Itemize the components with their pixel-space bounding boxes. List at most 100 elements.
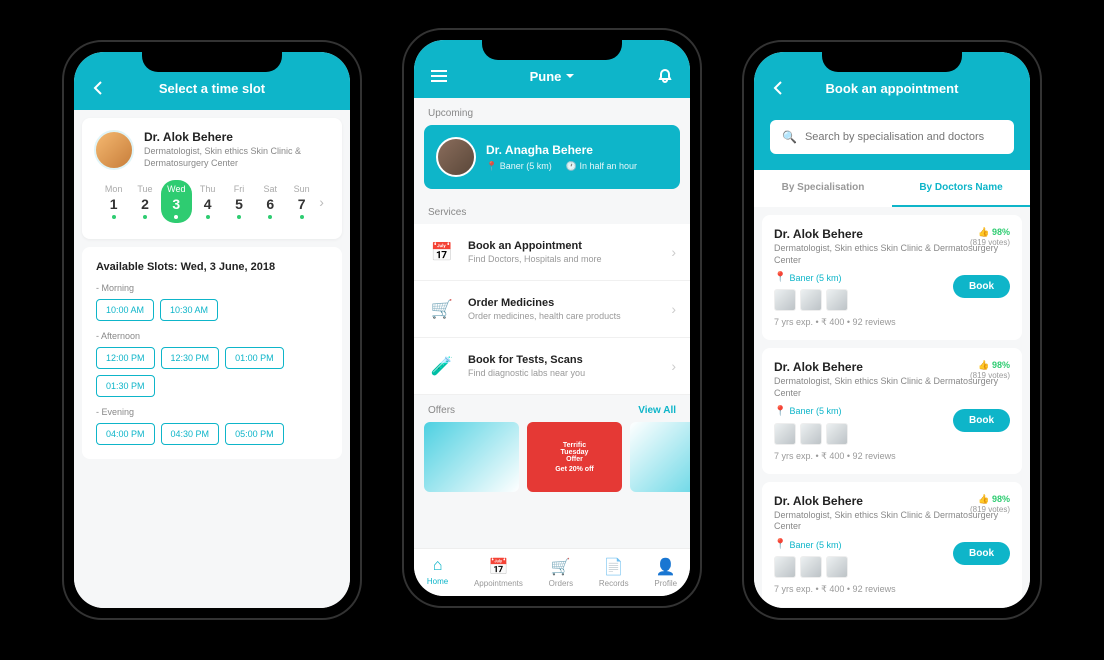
book-button[interactable]: Book (953, 409, 1010, 432)
time-slot[interactable]: 12:00 PM (96, 347, 155, 369)
slots-card: Available Slots: Wed, 3 June, 2018 - Mor… (82, 247, 342, 459)
day-picker: Mon1 Tue2 Wed3 Thu4 Fri5 Sat6 Sun7 › (94, 170, 330, 227)
upcoming-name: Dr. Anagha Behere (486, 143, 668, 157)
nav-appointments[interactable]: 📅Appointments (474, 557, 523, 588)
service-tests[interactable]: 🧪 Book for Tests, ScansFind diagnostic l… (414, 338, 690, 395)
search-input[interactable]: 🔍 (770, 120, 1014, 154)
offers-carousel[interactable]: Terrific Tuesday Offer Get 20% off (414, 422, 690, 500)
nav-records[interactable]: 📄Records (599, 557, 629, 588)
day-wed[interactable]: Wed3 (161, 180, 192, 223)
nav-home[interactable]: ⌂Home (427, 557, 448, 588)
afternoon-slots: 12:00 PM 12:30 PM 01:00 PM 01:30 PM (96, 347, 328, 397)
evening-label: - Evening (96, 407, 328, 417)
available-title: Available Slots: Wed, 3 June, 2018 (96, 261, 328, 273)
pin-icon: 📍 (774, 539, 786, 550)
time-slot[interactable]: 04:00 PM (96, 423, 155, 445)
upcoming-time: 🕐 In half an hour (566, 161, 637, 172)
service-medicines[interactable]: 🛒 Order MedicinesOrder medicines, health… (414, 281, 690, 338)
body: 👍 98%(819 votes) Dr. Alok Behere Dermato… (754, 207, 1030, 608)
home-icon: ⌂ (427, 557, 448, 575)
upcoming-card[interactable]: Dr. Anagha Behere 📍 Baner (5 km) 🕐 In ha… (424, 125, 680, 189)
menu-icon[interactable] (430, 70, 448, 82)
doctor-list-card[interactable]: 👍 98%(819 votes) Dr. Alok Behere Dermato… (762, 348, 1022, 473)
morning-slots: 10:00 AM 10:30 AM (96, 299, 328, 321)
doctor-row: Dr. Alok Behere Dermatologist, Skin ethi… (94, 130, 330, 170)
time-slot[interactable]: 01:00 PM (225, 347, 284, 369)
services-label: Services (414, 197, 690, 224)
book-button[interactable]: Book (953, 542, 1010, 565)
doctor-subtitle: Dermatologist, Skin ethics Skin Clinic &… (144, 146, 330, 169)
notch (822, 50, 962, 72)
profile-icon: 👤 (654, 557, 677, 577)
back-icon[interactable] (770, 80, 788, 96)
pin-icon: 📍 (774, 406, 786, 417)
afternoon-label: - Afternoon (96, 331, 328, 341)
rating: 👍 98%(819 votes) (970, 494, 1010, 514)
back-icon[interactable] (90, 80, 108, 96)
rating: 👍 98%(819 votes) (970, 360, 1010, 380)
page-title: Book an appointment (788, 81, 996, 96)
doctor-name: Dr. Alok Behere (144, 130, 330, 144)
view-all-link[interactable]: View All (638, 405, 676, 416)
doctor-meta: 7 yrs exp. • ₹ 400 • 92 reviews (774, 451, 1010, 462)
doctor-meta: 7 yrs exp. • ₹ 400 • 92 reviews (774, 317, 1010, 328)
chevron-right-icon: › (671, 244, 676, 260)
rating: 👍 98%(819 votes) (970, 227, 1010, 247)
tab-doctors-name[interactable]: By Doctors Name (892, 170, 1030, 207)
chevron-right-icon[interactable]: › (317, 194, 326, 210)
calendar-icon: 📅 (428, 238, 456, 266)
offer-tile[interactable] (424, 422, 519, 492)
screen-3: Book an appointment 🔍 By Specialisation … (754, 52, 1030, 608)
book-button[interactable]: Book (953, 275, 1010, 298)
records-icon: 📄 (599, 557, 629, 577)
time-slot[interactable]: 04:30 PM (161, 423, 220, 445)
day-fri[interactable]: Fri5 (223, 180, 254, 223)
page-title: Select a time slot (120, 81, 304, 96)
notch (142, 50, 282, 72)
morning-label: - Morning (96, 283, 328, 293)
upcoming-place: 📍 Baner (5 km) (486, 161, 552, 172)
offer-tile[interactable]: Terrific Tuesday Offer Get 20% off (527, 422, 622, 492)
body: Dr. Alok Behere Dermatologist, Skin ethi… (74, 110, 350, 608)
body: Upcoming Dr. Anagha Behere 📍 Baner (5 km… (414, 98, 690, 548)
day-sun[interactable]: Sun7 (286, 180, 317, 223)
screen-1: Select a time slot Dr. Alok Behere Derma… (74, 52, 350, 608)
time-slot[interactable]: 01:30 PM (96, 375, 155, 397)
nav-profile[interactable]: 👤Profile (654, 557, 677, 588)
lab-icon: 🧪 (428, 352, 456, 380)
phone-mockup-1: Select a time slot Dr. Alok Behere Derma… (62, 40, 362, 620)
location-selector[interactable]: Pune (530, 69, 575, 84)
doctor-list-card[interactable]: 👍 98%(819 votes) Dr. Alok Behere Dermato… (762, 215, 1022, 340)
phone-mockup-3: Book an appointment 🔍 By Specialisation … (742, 40, 1042, 620)
time-slot[interactable]: 10:00 AM (96, 299, 154, 321)
day-mon[interactable]: Mon1 (98, 180, 129, 223)
bottom-nav: ⌂Home 📅Appointments 🛒Orders 📄Records 👤Pr… (414, 548, 690, 596)
service-appointment[interactable]: 📅 Book an AppointmentFind Doctors, Hospi… (414, 224, 690, 281)
notch (482, 38, 622, 60)
bell-icon[interactable] (656, 68, 674, 84)
avatar (436, 137, 476, 177)
avatar (94, 130, 134, 170)
evening-slots: 04:00 PM 04:30 PM 05:00 PM (96, 423, 328, 445)
day-tue[interactable]: Tue2 (129, 180, 160, 223)
chevron-right-icon: › (671, 358, 676, 374)
upcoming-label: Upcoming (414, 98, 690, 125)
time-slot[interactable]: 10:30 AM (160, 299, 218, 321)
chevron-right-icon: › (671, 301, 676, 317)
time-slot[interactable]: 12:30 PM (161, 347, 220, 369)
offer-tile[interactable] (630, 422, 690, 492)
pin-icon: 📍 (774, 272, 786, 283)
chevron-down-icon (566, 74, 574, 82)
doctor-list-card[interactable]: 👍 98%(819 votes) Dr. Alok Behere Dermato… (762, 482, 1022, 607)
nav-orders[interactable]: 🛒Orders (549, 557, 573, 588)
cart-icon: 🛒 (549, 557, 573, 577)
day-sat[interactable]: Sat6 (255, 180, 286, 223)
calendar-icon: 📅 (474, 557, 523, 577)
time-slot[interactable]: 05:00 PM (225, 423, 284, 445)
tab-specialisation[interactable]: By Specialisation (754, 170, 892, 207)
day-thu[interactable]: Thu4 (192, 180, 223, 223)
search-icon: 🔍 (782, 130, 797, 144)
doctor-meta: 7 yrs exp. • ₹ 400 • 92 reviews (774, 584, 1010, 595)
phone-mockup-2: Pune Upcoming Dr. Anagha Behere 📍 Baner … (402, 28, 702, 608)
doctor-card: Dr. Alok Behere Dermatologist, Skin ethi… (82, 118, 342, 239)
